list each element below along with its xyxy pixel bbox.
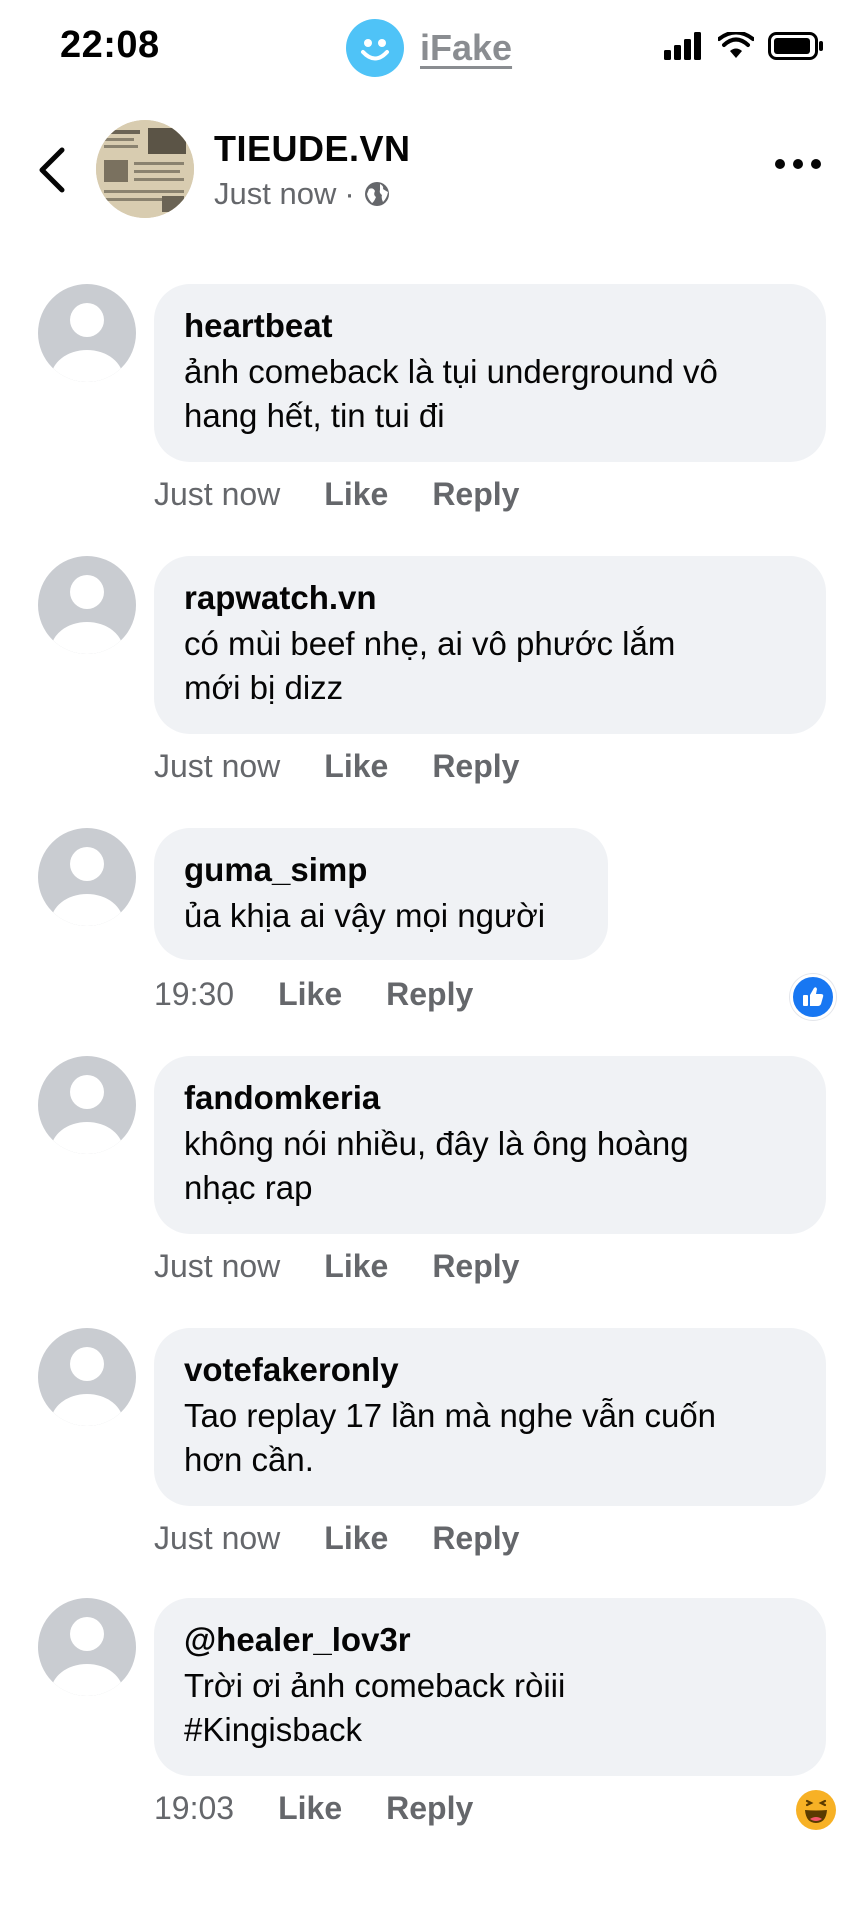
like-button[interactable]: Like (278, 1790, 342, 1827)
back-button[interactable] (28, 140, 78, 200)
comment-actions: 19:30 Like Reply (154, 976, 517, 1013)
like-button[interactable]: Like (324, 748, 388, 785)
more-options-button[interactable] (772, 152, 824, 176)
reply-button[interactable]: Reply (386, 976, 473, 1013)
comment-time: Just now (154, 748, 281, 784)
comment-author[interactable]: rapwatch.vn (184, 578, 796, 618)
comment-actions: Just now Like Reply (154, 1520, 563, 1557)
ifake-label: iFake (420, 27, 513, 68)
status-bar: 22:08 iFake (0, 0, 864, 100)
comment-bubble[interactable]: rapwatch.vn có mùi beef nhẹ, ai vô phước… (154, 556, 826, 734)
comment-actions: 19:03 Like Reply (154, 1790, 517, 1827)
comment-text: Tao replay 17 lần mà nghe vẫn cuốn hơn c… (184, 1397, 717, 1478)
reply-button[interactable]: Reply (432, 748, 519, 785)
comment-actions: Just now Like Reply (154, 476, 563, 513)
comment-text: ủa khịa ai vậy mọi người (184, 897, 546, 934)
comment-time: 19:03 (154, 1790, 235, 1826)
page-avatar[interactable] (96, 120, 194, 218)
avatar[interactable] (38, 1328, 136, 1426)
avatar[interactable] (38, 284, 136, 382)
more-horizontal-icon (775, 159, 821, 169)
comment-time: Just now (154, 1520, 281, 1556)
avatar[interactable] (38, 1056, 136, 1154)
like-reaction-icon[interactable] (790, 974, 836, 1020)
comment-time: Just now (154, 476, 281, 512)
comment-time: 19:30 (154, 976, 235, 1012)
signal-icon (664, 32, 701, 60)
like-button[interactable]: Like (278, 976, 342, 1013)
reply-button[interactable]: Reply (386, 1790, 473, 1827)
post-timestamp: Just now (214, 176, 337, 211)
avatar[interactable] (38, 556, 136, 654)
comment-bubble[interactable]: fandomkeria không nói nhiều, đây là ông … (154, 1056, 826, 1234)
comment-author[interactable]: @healer_lov3r (184, 1620, 796, 1660)
comment-bubble[interactable]: guma_simp ủa khịa ai vậy mọi người (154, 828, 608, 960)
comment-bubble[interactable]: heartbeat ảnh comeback là tụi undergroun… (154, 284, 826, 462)
comment-text: Trời ơi ảnh comeback ròiii #Kingisback (184, 1667, 566, 1748)
reply-button[interactable]: Reply (432, 1248, 519, 1285)
comment-actions: Just now Like Reply (154, 1248, 563, 1285)
like-button[interactable]: Like (324, 1520, 388, 1557)
haha-reaction-icon[interactable] (796, 1790, 836, 1830)
reply-button[interactable]: Reply (432, 1520, 519, 1557)
reply-button[interactable]: Reply (432, 476, 519, 513)
comment-text: có mùi beef nhẹ, ai vô phước lắm mới bị … (184, 625, 676, 706)
meta-separator: · (344, 176, 355, 211)
comment-author[interactable]: fandomkeria (184, 1078, 796, 1118)
comment-author[interactable]: votefakeronly (184, 1350, 796, 1390)
post-header: TIEUDE.VN Just now · (0, 110, 864, 240)
page-name[interactable]: TIEUDE.VN (214, 128, 411, 170)
post-meta: Just now · (214, 176, 391, 212)
wifi-icon (718, 32, 754, 58)
comment-text: không nói nhiều, đây là ông hoàng nhạc r… (184, 1125, 689, 1206)
comment-bubble[interactable]: votefakeronly Tao replay 17 lần mà nghe … (154, 1328, 826, 1506)
comment-time: Just now (154, 1248, 281, 1284)
avatar[interactable] (38, 1598, 136, 1696)
comment-author[interactable]: heartbeat (184, 306, 796, 346)
comment-author[interactable]: guma_simp (184, 850, 578, 890)
chevron-left-icon (39, 147, 65, 193)
like-button[interactable]: Like (324, 1248, 388, 1285)
ifake-watermark: iFake (346, 18, 512, 78)
status-time: 22:08 (60, 24, 160, 66)
comment-bubble[interactable]: @healer_lov3r Trời ơi ảnh comeback ròiii… (154, 1598, 826, 1776)
comment-text: ảnh comeback là tụi underground vô hang … (184, 353, 718, 434)
avatar[interactable] (38, 828, 136, 926)
ifake-logo-icon (346, 19, 404, 77)
like-button[interactable]: Like (324, 476, 388, 513)
battery-icon (768, 32, 823, 60)
globe-icon (364, 182, 389, 206)
comment-actions: Just now Like Reply (154, 748, 563, 785)
status-icons (664, 32, 824, 60)
